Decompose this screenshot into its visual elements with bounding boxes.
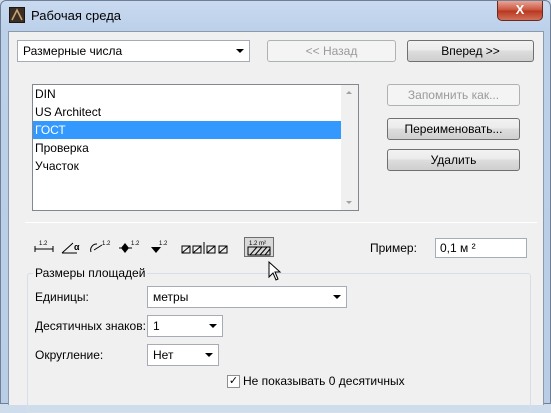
area-dimension-icon[interactable]: 1.2 m² (244, 237, 274, 257)
scheme-list[interactable]: DIN US Architect ГОСТ Проверка Участок (32, 84, 359, 211)
rounding-select-value: Нет (153, 348, 174, 362)
list-item-selected[interactable]: ГОСТ (33, 121, 342, 139)
icon-text: 1.2 (102, 241, 111, 247)
units-select-value: метры (153, 290, 189, 304)
category-select-value: Размерные числа (23, 44, 123, 58)
check-icon: ✓ (228, 375, 239, 387)
decimals-select-value: 1 (153, 319, 160, 333)
example-preview: 0,1 м ² (435, 238, 527, 258)
hide-zero-decimals-label[interactable]: Не показывать 0 десятичных (243, 374, 405, 388)
hide-zero-decimals-checkbox[interactable]: ✓ (227, 375, 240, 388)
units-label: Единицы: (35, 290, 89, 304)
title-bar: Рабочая среда X (1, 1, 550, 31)
remember-as-button[interactable]: Запомнить как... (387, 84, 520, 106)
icon-text: 1.2 m² (249, 241, 266, 247)
chevron-down-icon (236, 49, 244, 53)
close-icon: X (515, 2, 525, 17)
chevron-down-icon (205, 353, 213, 357)
app-icon (9, 7, 25, 23)
angle-dimension-icon[interactable]: α (59, 238, 85, 256)
elevation-dimension-icon[interactable]: 1.2 (147, 238, 173, 256)
window-title: Рабочая среда (31, 8, 122, 23)
scroll-up-icon[interactable] (346, 91, 352, 94)
dialog-window: Рабочая среда X Размерные числа << Назад… (0, 0, 551, 413)
list-item[interactable]: Участок (33, 157, 342, 175)
mouse-cursor-icon (268, 261, 282, 281)
forward-button[interactable]: Вперед >> (407, 40, 534, 62)
list-item[interactable]: DIN (33, 85, 342, 103)
list-item[interactable]: US Architect (33, 103, 342, 121)
chevron-down-icon (333, 295, 341, 299)
icon-text: α (74, 242, 80, 252)
divider (25, 222, 537, 223)
icon-text: 1.2 (39, 241, 48, 247)
example-label: Пример: (370, 241, 417, 255)
chevron-down-icon (209, 324, 217, 328)
icon-text: 1.2 (131, 241, 140, 247)
door-window-dimension-icon[interactable] (181, 238, 241, 256)
list-item[interactable]: Проверка (33, 139, 342, 157)
rename-button[interactable]: Переименовать... (387, 118, 520, 140)
decimals-select[interactable]: 1 (147, 315, 223, 337)
scroll-down-icon[interactable] (346, 201, 352, 204)
dialog-body: Размерные числа << Назад Вперед >> DIN U… (8, 31, 544, 413)
level-dimension-icon[interactable]: 1.2 (117, 238, 143, 256)
category-select[interactable]: Размерные числа (17, 40, 250, 62)
group-title: Размеры площадей (33, 266, 148, 280)
delete-button[interactable]: Удалить (387, 149, 520, 171)
list-scrollbar[interactable] (341, 85, 358, 210)
decimals-label: Десятичных знаков: (35, 319, 146, 333)
radial-dimension-icon[interactable]: 1.2 (87, 238, 113, 256)
icon-text: 1.2 (159, 241, 168, 247)
linear-dimension-icon[interactable]: 1.2 (31, 238, 57, 256)
units-select[interactable]: метры (147, 286, 347, 308)
back-button[interactable]: << Назад (267, 40, 396, 62)
rounding-select[interactable]: Нет (147, 344, 219, 366)
close-button[interactable]: X (497, 1, 543, 21)
rounding-label: Округление: (35, 348, 104, 362)
